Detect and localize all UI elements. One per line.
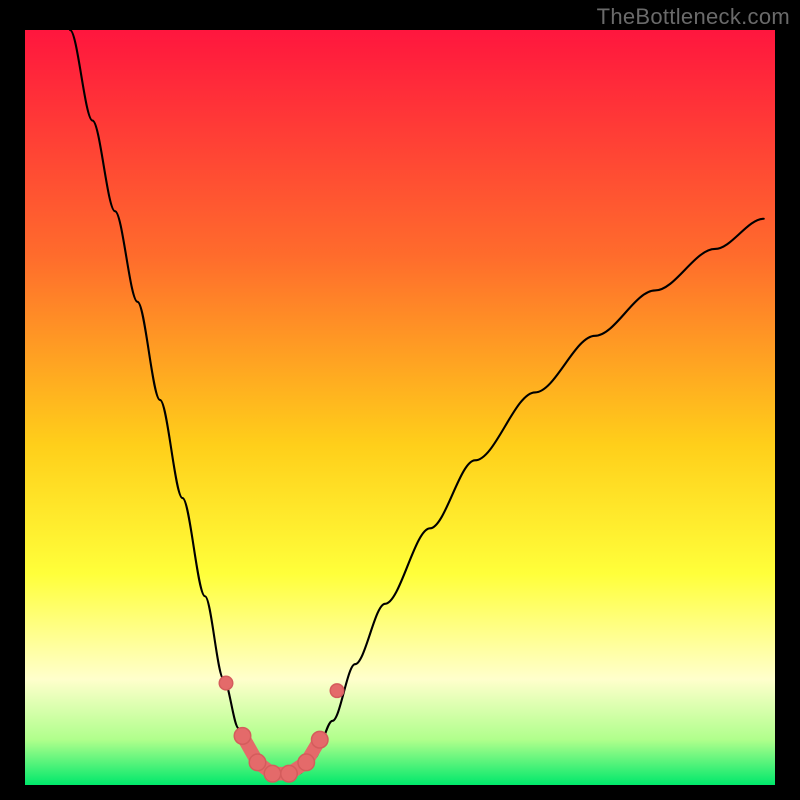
highlight-dot	[249, 754, 266, 771]
highlight-dot	[330, 684, 344, 698]
highlight-dot	[281, 765, 297, 782]
highlight-dot	[264, 765, 281, 782]
bottleneck-chart	[25, 30, 775, 785]
chart-background	[25, 30, 775, 785]
highlight-dot	[298, 754, 314, 771]
watermark-text: TheBottleneck.com	[597, 4, 790, 30]
highlight-dot	[312, 731, 329, 748]
highlight-dot	[234, 728, 251, 745]
chart-frame: TheBottleneck.com	[0, 0, 800, 800]
highlight-dot	[219, 676, 233, 690]
